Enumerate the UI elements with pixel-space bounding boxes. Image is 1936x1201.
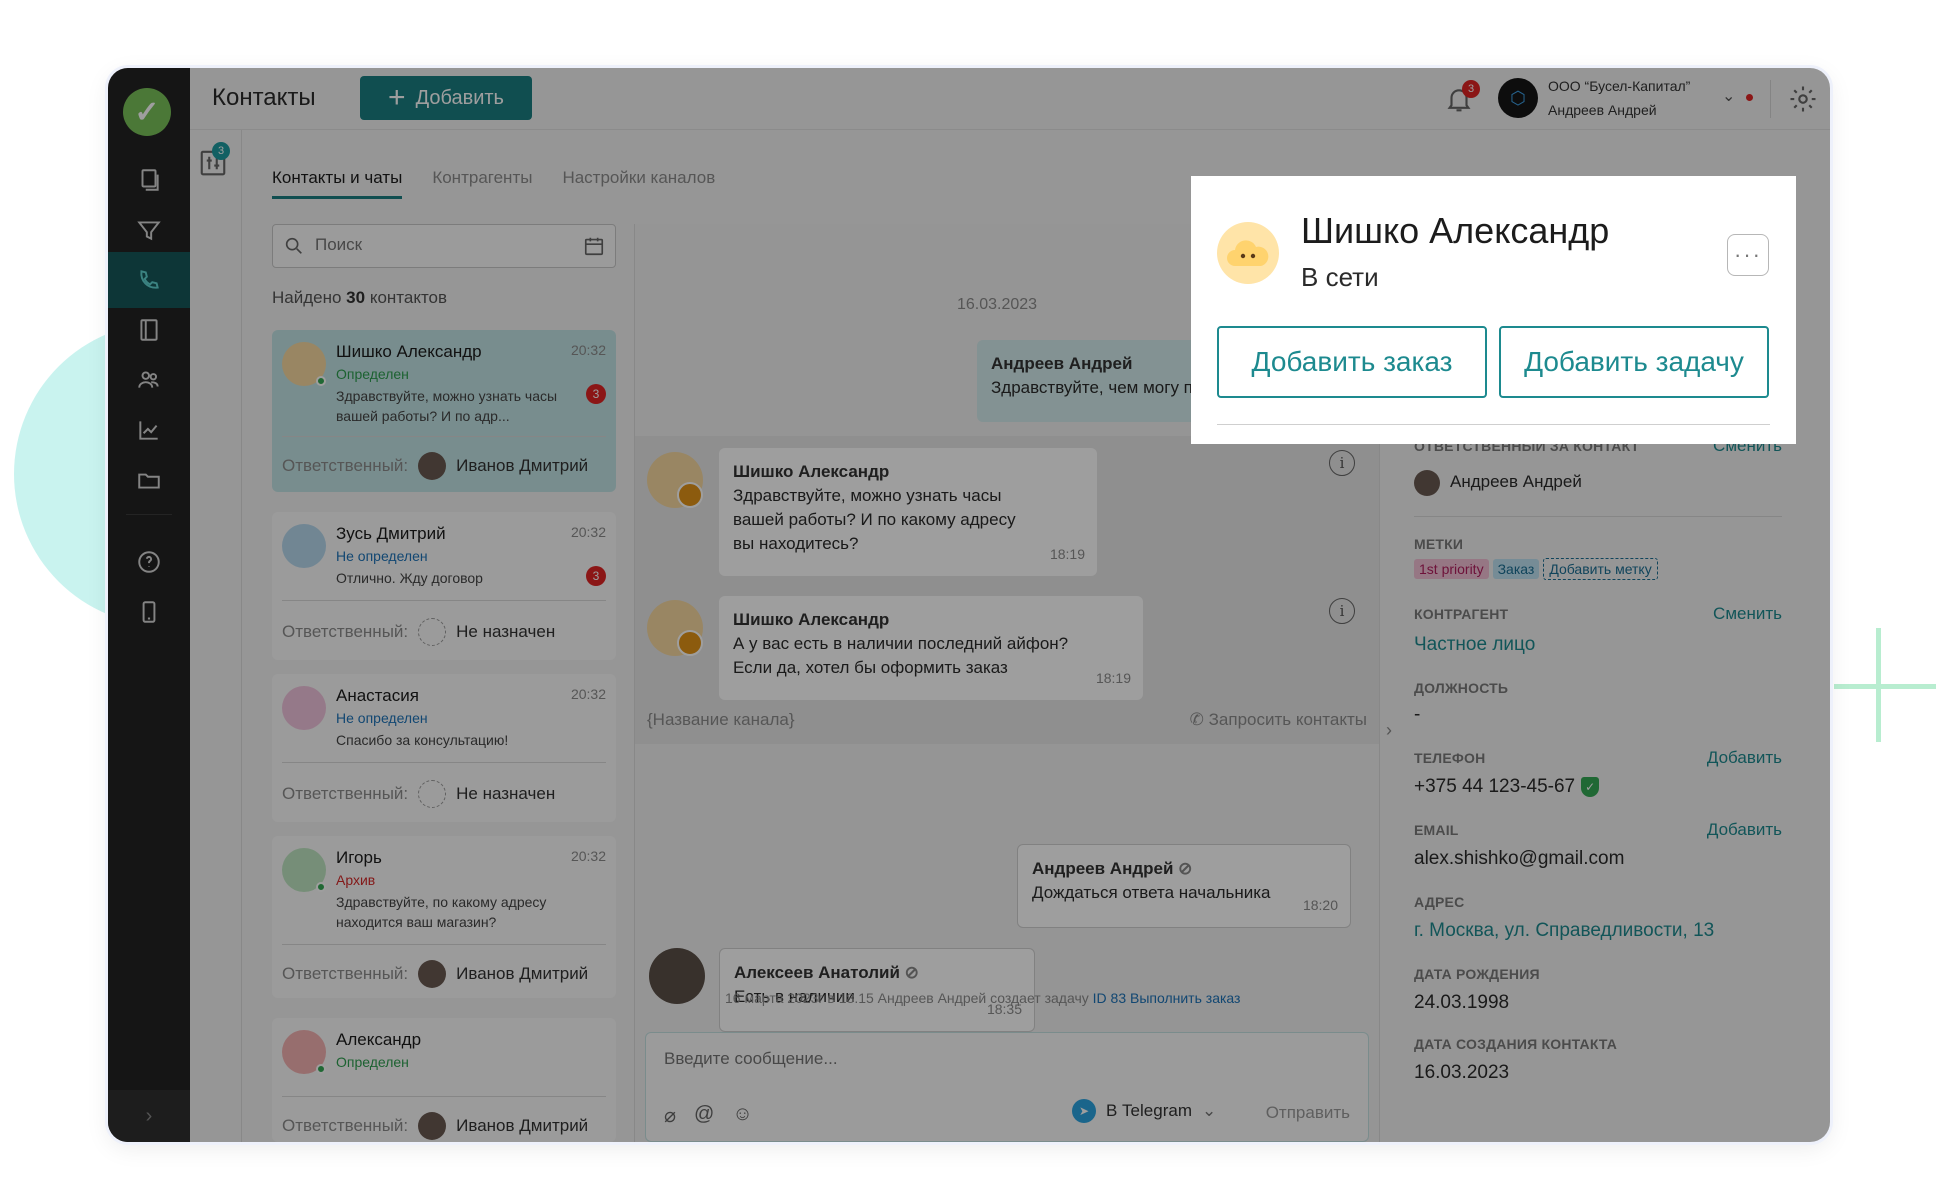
cloud-face-icon: [1227, 240, 1269, 266]
popup-contact-name: Шишко Александр: [1301, 210, 1610, 251]
add-task-button[interactable]: Добавить задачу: [1499, 326, 1769, 398]
divider: [1217, 424, 1770, 425]
popup-contact-status: В сети: [1301, 262, 1379, 292]
decorative-plus: [1834, 684, 1936, 689]
more-options-icon[interactable]: ···: [1727, 234, 1769, 276]
avatar: [1217, 222, 1279, 284]
contact-popup: Шишко Александр В сети ··· Добавить зака…: [1191, 176, 1796, 444]
add-order-button[interactable]: Добавить заказ: [1217, 326, 1487, 398]
